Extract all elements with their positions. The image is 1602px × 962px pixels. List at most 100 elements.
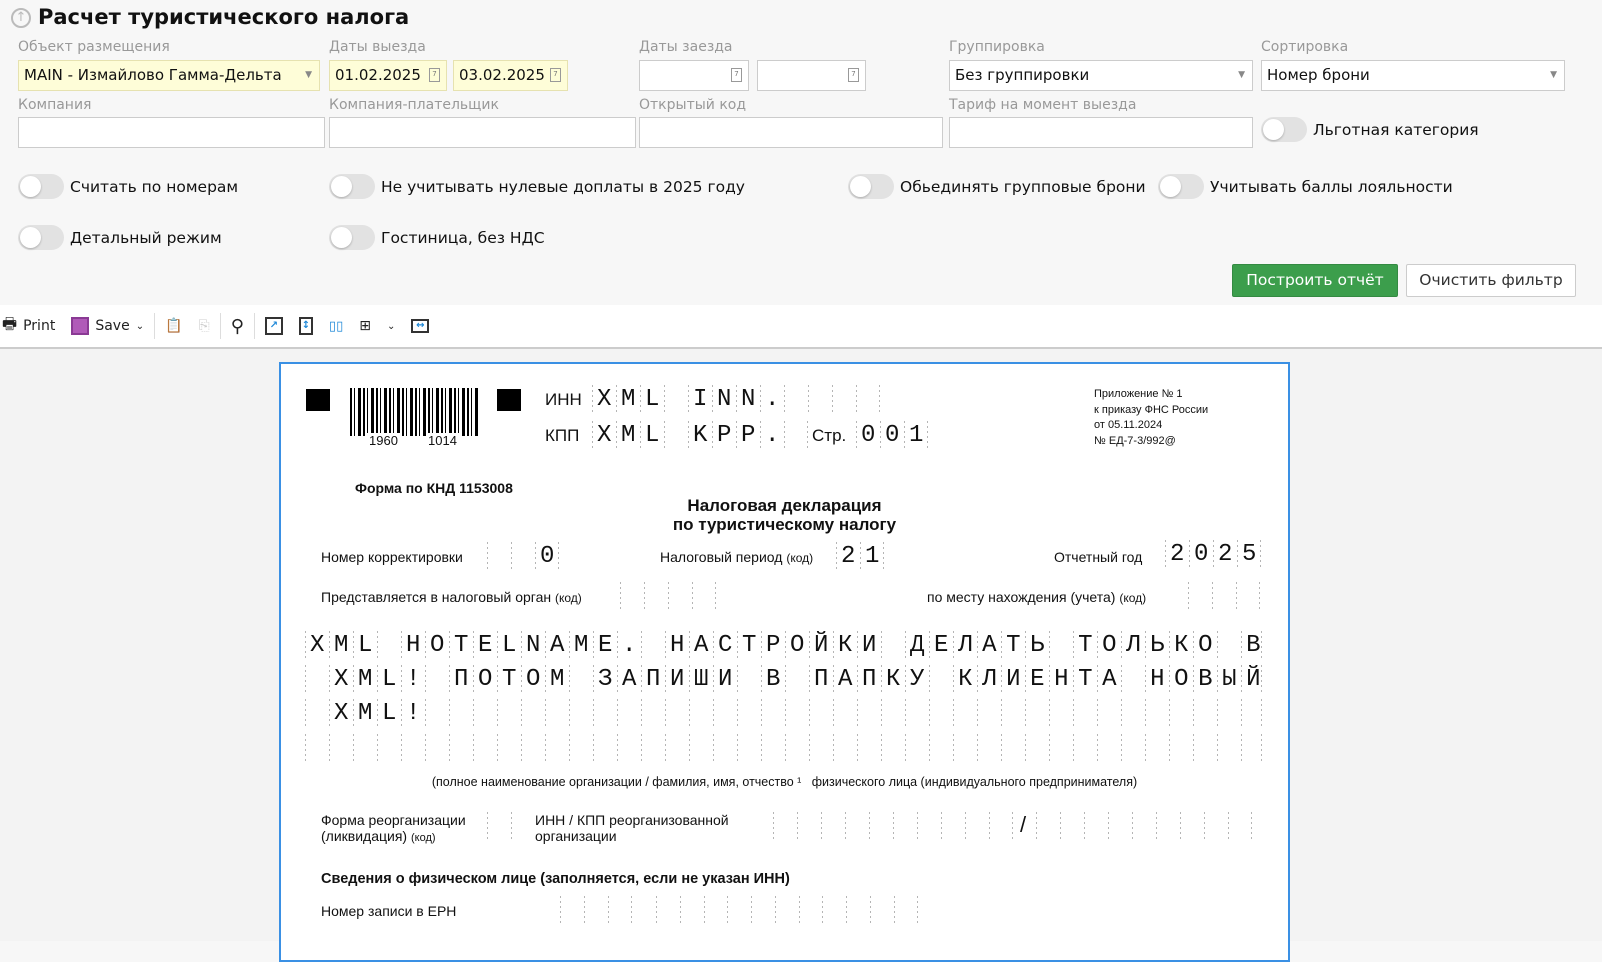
floppy-icon — [71, 317, 90, 335]
checkout-to-value: 03.02.2025 — [459, 66, 545, 84]
appendix-line: от 05.11.2024 — [1094, 419, 1163, 432]
checkout-label: Даты выезда — [329, 39, 426, 55]
sorting-select[interactable]: Номер брони ▼ — [1261, 60, 1565, 91]
calendar-icon[interactable]: 7 — [848, 68, 859, 82]
clear-filter-button[interactable]: Очистить фильтр — [1406, 264, 1576, 297]
page-label: Стр. — [812, 426, 847, 445]
ern-cells — [846, 896, 918, 926]
toggle-switch[interactable] — [18, 174, 64, 199]
reorg-kpp-cells — [1036, 812, 1252, 842]
appendix-line: к приказу ФНС России — [1094, 403, 1209, 416]
build-report-button[interactable]: Построить отчёт — [1232, 264, 1398, 297]
checkout-from-input[interactable]: 01.02.2025 7 — [329, 60, 447, 91]
save-button[interactable]: Save ⌄ — [63, 311, 152, 341]
chevron-down-icon: ▼ — [1238, 70, 1245, 80]
company-label: Компания — [18, 97, 92, 113]
toggle-hotel-no-vat[interactable]: Гостиница, без НДС — [329, 225, 545, 250]
correction-cells: 0 — [487, 542, 559, 572]
toggle-merge-group[interactable]: Обьединять групповые брони — [848, 174, 1146, 199]
calendar-icon[interactable]: 7 — [550, 68, 561, 82]
document-title: Налоговая декларация по туристическому н… — [281, 496, 1288, 534]
page-title: Расчет туристического налога — [38, 5, 410, 29]
person-heading: Сведения о физическом лице (заполняется,… — [321, 871, 790, 887]
code-hint: (код) — [1119, 591, 1147, 605]
reorg-cell — [487, 812, 512, 842]
toggle-label: Детальный режим — [70, 228, 222, 247]
search-icon[interactable]: ⚲ — [223, 311, 252, 341]
sorting-value: Номер брони — [1267, 66, 1370, 84]
authority-label: Представляется в налоговый орган — [321, 589, 552, 605]
grouping-value: Без группировки — [955, 66, 1090, 84]
company-input[interactable] — [18, 117, 325, 148]
toggle-switch[interactable] — [18, 225, 64, 250]
toggle-loyalty[interactable]: Учитывать баллы лояльности — [1158, 174, 1453, 199]
printer-icon: 🖶 — [2, 313, 18, 333]
toggle-by-rooms[interactable]: Считать по номерам — [18, 174, 238, 199]
grouping-select[interactable]: Без группировки ▼ — [949, 60, 1253, 91]
print-label: Print — [23, 318, 56, 334]
checkin-to-input[interactable]: 7 — [757, 60, 866, 91]
page-cells: 001 — [856, 421, 928, 451]
authority-cells — [620, 582, 716, 612]
toggle-ignore-zero[interactable]: Не учитывать нулевые доплаты в 2025 году — [329, 174, 745, 199]
code-hint: (код) — [410, 832, 436, 844]
name-line — [305, 734, 1262, 764]
payer-input[interactable] — [329, 117, 636, 148]
chevron-down-icon[interactable]: ⌄ — [387, 321, 395, 332]
toggle-label: Обьединять групповые брони — [900, 177, 1146, 196]
toggle-switch[interactable] — [329, 174, 375, 199]
object-label: Объект размещения — [18, 39, 170, 55]
name-line: XML HOTELNAME. НАСТРОЙКИ ДЕЛАТЬ ТОЛЬКО В — [305, 631, 1262, 661]
fullscreen-icon[interactable]: ↗ — [257, 311, 291, 341]
multi-page-icon[interactable]: ⊞ ⌄ — [351, 311, 403, 341]
tariff-label: Тариф на момент выезда — [949, 97, 1137, 113]
copy-icon[interactable]: ⎘ — [191, 311, 218, 341]
print-button[interactable]: 🖶 Print — [0, 311, 63, 341]
ern-cells — [560, 896, 632, 926]
toggle-switch[interactable] — [1261, 117, 1307, 142]
open-code-input[interactable] — [639, 117, 943, 148]
toggle-label: Считать по номерам — [70, 177, 239, 196]
barcode-number: 1014 — [426, 433, 459, 448]
name-line: XML! — [305, 699, 1262, 729]
two-pages-icon[interactable]: ▯▯ — [321, 311, 351, 341]
checkin-from-input[interactable]: 7 — [639, 60, 749, 91]
toggle-label: Гостиница, без НДС — [381, 228, 545, 247]
ern-cells — [751, 896, 823, 926]
calendar-icon[interactable]: 7 — [731, 68, 742, 82]
chevron-down-icon: ▼ — [1550, 70, 1557, 80]
location-cells — [1188, 582, 1260, 612]
year-label: Отчетный год — [1054, 549, 1143, 565]
chevron-down-icon[interactable]: ⌄ — [136, 321, 144, 332]
grouping-label: Группировка — [949, 39, 1045, 55]
appendix-line: Приложение № 1 — [1094, 388, 1183, 400]
object-select[interactable]: MAIN - Измайлово Гамма-Дельта ▼ — [18, 60, 320, 91]
checkout-to-input[interactable]: 03.02.2025 7 — [453, 60, 568, 91]
slash: / — [1020, 812, 1027, 837]
toggle-switch[interactable] — [329, 225, 375, 250]
clipboard-icon[interactable]: 📋 — [157, 311, 190, 341]
location-label: по месту нахождения (учета) — [927, 589, 1116, 605]
marker-square — [306, 389, 330, 411]
tariff-input[interactable] — [949, 117, 1253, 148]
toggle-label: Учитывать баллы лояльности — [1210, 177, 1453, 196]
checkin-label: Даты заезда — [639, 39, 733, 55]
period-cells: 21 — [836, 542, 884, 572]
toggle-label: Льготная категория — [1313, 120, 1479, 139]
year-cells: 2025 — [1165, 540, 1261, 570]
toggle-switch[interactable] — [848, 174, 894, 199]
toggle-preferential[interactable]: Льготная категория — [1261, 117, 1479, 142]
barcode — [350, 388, 478, 436]
toggle-detailed[interactable]: Детальный режим — [18, 225, 222, 250]
reorg-inn-label-line: организации — [535, 828, 617, 844]
calendar-icon[interactable]: 7 — [429, 68, 440, 82]
object-value: MAIN - Измайлово Гамма-Дельта — [24, 66, 282, 84]
ern-cells — [656, 896, 728, 926]
collapse-icon[interactable]: ↑ — [11, 8, 31, 28]
report-page: 1960 1014 ИНН XML INN. КПП XML KPP. Стр.… — [279, 362, 1290, 962]
toggle-switch[interactable] — [1158, 174, 1204, 199]
ern-label: Номер записи в ЕРН — [321, 903, 457, 919]
kpp-label: КПП — [545, 426, 580, 445]
fit-height-icon[interactable]: ↕ — [291, 311, 321, 341]
fit-width-icon[interactable]: ↔ — [403, 311, 437, 341]
